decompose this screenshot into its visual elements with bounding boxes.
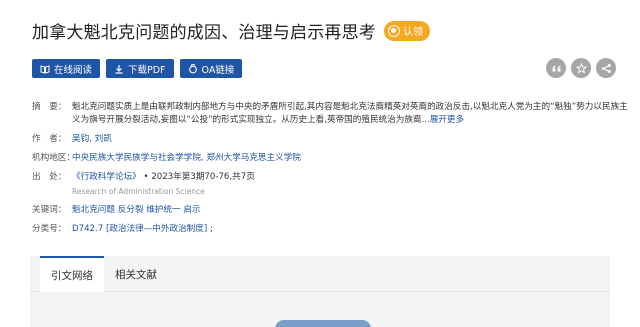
journal-english-name: Research of Administration Science (72, 187, 205, 196)
org-row: 机构地区： 中央民族大学民族学与社会学学院, 郑州大学马克思主义学院 (32, 152, 632, 165)
source-row: 出 处： 《行政科学论坛》 • 2023年第3期70-76,共7页 Resear… (32, 171, 632, 198)
read-online-button[interactable]: 在线阅读 (32, 59, 101, 78)
classification-label: 分类号： (32, 224, 67, 234)
keywords-label: 关键词： (32, 205, 67, 215)
claim-button[interactable]: 认领 (384, 20, 430, 41)
classification-separator: ; (209, 224, 213, 234)
keyword-links[interactable]: 魁北克问题 反分裂 维护统一 启示 (72, 204, 632, 217)
author-row: 作 者： 吴钧, 刘凯 (32, 133, 632, 146)
classification-link[interactable]: D742.7 [政治法律—中外政治制度] (72, 224, 207, 234)
book-icon (40, 64, 50, 74)
oa-icon (188, 63, 197, 73)
tool-icons (546, 58, 616, 78)
cite-button[interactable] (546, 58, 566, 78)
expand-more-link[interactable]: 展开更多 (430, 115, 464, 125)
journal-link[interactable]: 《行政科学论坛》 (72, 172, 141, 182)
tab-citation-network[interactable]: 引文网络 (40, 256, 104, 292)
keywords-row: 关键词： 魁北克问题 反分裂 维护统一 启示 (32, 204, 632, 217)
user-icon (388, 24, 400, 37)
source-label: 出 处： (32, 172, 67, 182)
tab-related-literature[interactable]: 相关文献 (104, 256, 168, 292)
abstract-label: 摘 要： (32, 102, 67, 112)
org-label: 机构地区： (32, 153, 75, 163)
org-links[interactable]: 中央民族大学民族学与社会学学院, 郑州大学马克思主义学院 (72, 152, 632, 165)
source-value: 《行政科学论坛》 • 2023年第3期70-76,共7页 Research of… (72, 171, 632, 198)
star-icon (575, 62, 587, 74)
abstract-row: 摘 要： 魁北克问题实质上是由联邦政制内部地方与中央的矛盾所引起,其内容是魁北克… (32, 101, 632, 127)
claim-label: 认领 (403, 27, 423, 38)
author-links[interactable]: 吴钧, 刘凯 (72, 133, 632, 146)
tabs-panel: 引文网络 相关文献 (30, 256, 610, 327)
share-icon (601, 63, 611, 73)
title-row: 加拿大魁北克问题的成因、治理与启示再思考 认领 (32, 18, 430, 43)
quote-icon (552, 65, 560, 71)
oa-link-button[interactable]: OA链接 (179, 59, 243, 78)
favorite-button[interactable] (571, 58, 591, 78)
download-icon (115, 64, 123, 74)
share-button[interactable] (596, 58, 616, 78)
download-pdf-button[interactable]: 下载PDF (106, 59, 174, 78)
source-issue: 2023年第3期70-76,共7页 (151, 172, 255, 182)
source-dot: • (143, 172, 149, 182)
action-bar: 在线阅读 下载PDF OA链接 (32, 59, 243, 78)
abstract-text: 魁北克问题实质上是由联邦政制内部地方与中央的矛盾所引起,其内容是魁北克法裔精英对… (72, 102, 628, 125)
author-label: 作 者： (32, 134, 67, 144)
article-metadata: 摘 要： 魁北克问题实质上是由联邦政制内部地方与中央的矛盾所引起,其内容是魁北克… (32, 101, 632, 242)
page-title: 加拿大魁北克问题的成因、治理与启示再思考 (32, 23, 376, 43)
tab-bar: 引文网络 相关文献 (30, 256, 610, 292)
content-placeholder-pill (275, 320, 371, 327)
classification-row: 分类号： D742.7 [政治法律—中外政治制度] ; (32, 223, 632, 236)
